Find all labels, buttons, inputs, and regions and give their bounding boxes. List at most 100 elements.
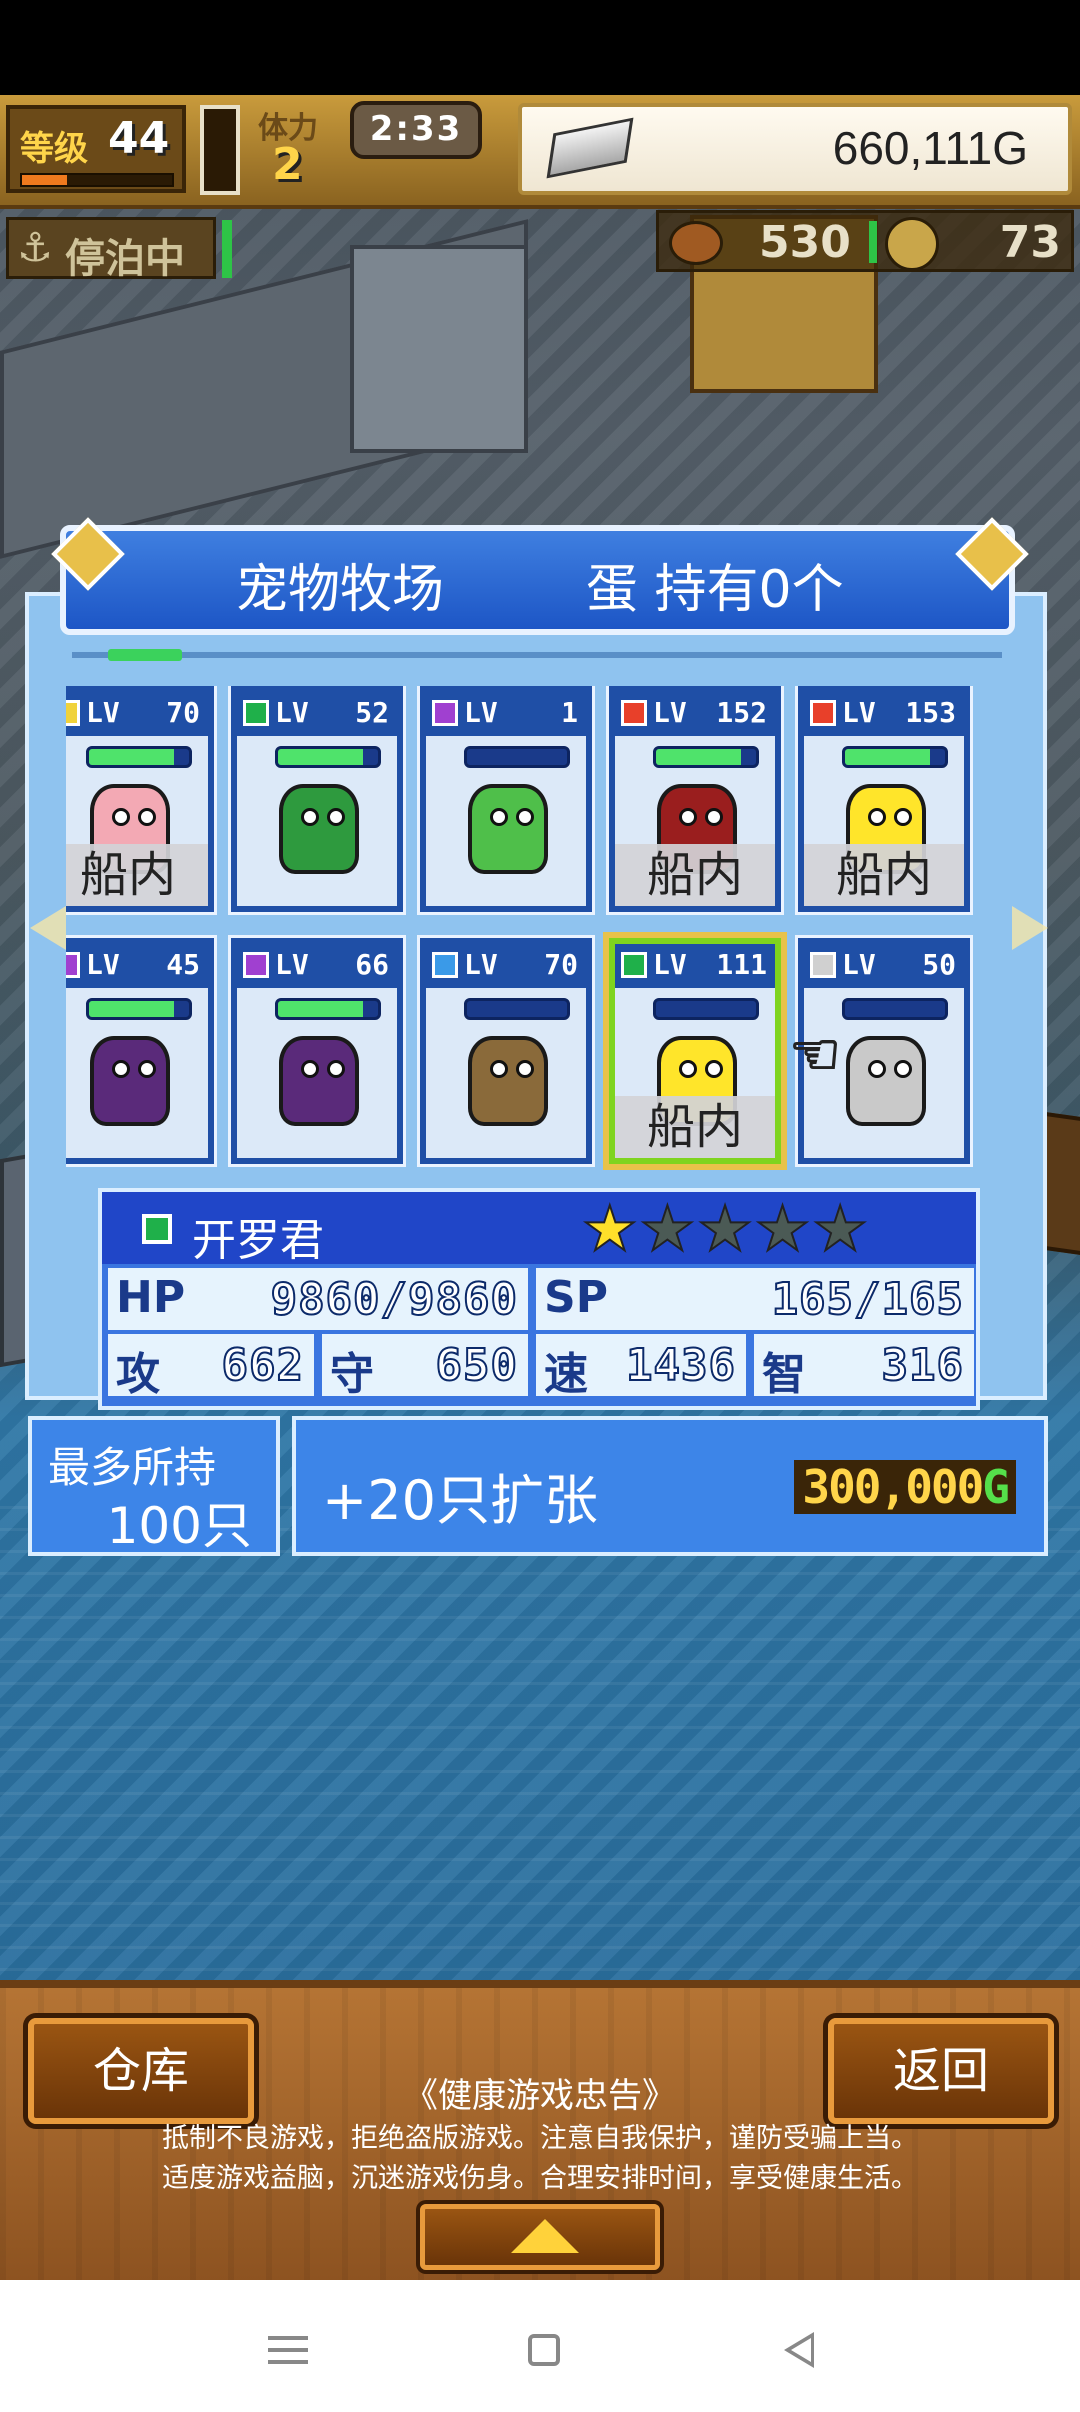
- stat-row-attributes: 攻 662 守 650 速 1436 智 316: [108, 1334, 974, 1400]
- egg-count: 蛋 持有0个: [586, 560, 844, 620]
- element-icon: [810, 952, 836, 978]
- pet-hp-fill: [278, 1001, 363, 1017]
- pet-card[interactable]: LV 70 船内: [66, 686, 217, 915]
- scroll-left-arrow-icon[interactable]: [30, 906, 66, 950]
- ranch-title: 宠物牧场: [236, 560, 445, 620]
- pet-level: 152: [716, 696, 767, 729]
- pet-level: 111: [716, 948, 767, 981]
- stat-row-hp-sp: HP 9860/9860 SP 165/165: [108, 1268, 974, 1330]
- level-prefix: LV: [464, 948, 498, 981]
- star-empty-icon: ★: [696, 1192, 755, 1265]
- expand-cost: 300,000G: [794, 1460, 1016, 1514]
- pet-card[interactable]: LV 66: [228, 935, 406, 1167]
- pet-sprite-body: [846, 1036, 926, 1126]
- pet-level: 50: [922, 948, 956, 981]
- up-arrow-icon: [511, 2219, 579, 2253]
- pet-card[interactable]: LV 1: [417, 686, 595, 915]
- pointing-hand-icon: ☜: [788, 1019, 842, 1089]
- pet-card-header: LV 1: [426, 692, 586, 736]
- scroll-right-arrow-icon[interactable]: [1012, 906, 1048, 950]
- timer-panel: 2:33: [350, 101, 482, 159]
- attack-stat: 攻 662: [108, 1334, 318, 1400]
- pet-sprite-eye: [112, 808, 130, 826]
- pet-level: 1: [561, 696, 578, 729]
- pet-sprite-body: [468, 784, 548, 874]
- pet-sprite-body: [468, 1036, 548, 1126]
- pet-hp-fill: [89, 1001, 174, 1017]
- capacity-panel: 最多所持 100只: [28, 1416, 280, 1556]
- pet-sprite-body: [279, 784, 359, 874]
- element-icon: [243, 952, 269, 978]
- pet-card[interactable]: LV 152 船内: [606, 686, 784, 915]
- defense-label: 守: [330, 1349, 374, 1400]
- pet-hp-bar: [86, 998, 192, 1020]
- element-icon: [810, 700, 836, 726]
- pet-detail-header: 开罗君 ★★★★★: [102, 1192, 976, 1266]
- hp-stat: HP 9860/9860: [108, 1268, 532, 1330]
- pet-hp-bar: [464, 998, 570, 1020]
- level-prefix: LV: [653, 948, 687, 981]
- pet-card-header: LV 66: [237, 944, 397, 988]
- pet-card[interactable]: LV 45: [66, 935, 217, 1167]
- pet-card-header: LV 153: [804, 692, 964, 736]
- sp-label: SP: [544, 1272, 608, 1323]
- defense-stat: 守 650: [322, 1334, 532, 1400]
- nav-home-button[interactable]: [514, 2320, 574, 2380]
- sp-value: 165/165: [771, 1273, 964, 1326]
- level-value: 44: [108, 113, 170, 164]
- pet-sprite-body: [279, 1036, 359, 1126]
- stamina-gauge: [200, 105, 240, 195]
- back-icon-inner: [791, 2338, 811, 2362]
- level-prefix: LV: [275, 696, 309, 729]
- pet-level: 66: [355, 948, 389, 981]
- gold-amount: 660,111G: [832, 122, 1028, 174]
- intelligence-label: 智: [762, 1349, 806, 1400]
- level-prefix: LV: [653, 696, 687, 729]
- pet-sprite-eye: [301, 1060, 319, 1078]
- pet-hp-bar: [275, 998, 381, 1020]
- pet-card[interactable]: LV 52: [228, 686, 406, 915]
- anchor-status-label: 停泊中: [65, 236, 185, 282]
- pet-hp-bar: [653, 746, 759, 768]
- pet-sprite: [450, 774, 566, 884]
- pet-sprite: [72, 1026, 188, 1136]
- capacity-value: 100只: [106, 1497, 252, 1555]
- health-advice-line-2: 适度游戏益脑，沉迷游戏伤身。合理安排时间，享受健康生活。: [162, 2163, 918, 2194]
- gold-panel: 660,111G: [518, 103, 1072, 195]
- onboard-tag: 船内: [615, 844, 775, 906]
- speed-value: 1436: [625, 1339, 736, 1392]
- system-navigation-bar: [0, 2280, 1080, 2412]
- top-hud: 等级 44 体力 2 2:33 660,111G: [0, 95, 1080, 209]
- pet-level: 70: [544, 948, 578, 981]
- pet-level: 70: [166, 696, 200, 729]
- pet-card[interactable]: LV 111 船内 ☜: [603, 932, 842, 1170]
- star-filled-icon: ★: [581, 1192, 640, 1265]
- pet-card-header: LV 45: [66, 944, 208, 988]
- pet-sprite-eye: [894, 808, 912, 826]
- attack-value: 662: [221, 1339, 304, 1392]
- anchor-icon: ⚓: [17, 225, 53, 271]
- level-label: 等级: [20, 129, 88, 169]
- level-prefix: LV: [86, 696, 120, 729]
- nav-menu-button[interactable]: [258, 2320, 318, 2380]
- anchor-indicator-bar: [222, 220, 232, 278]
- onboard-tag: 船内: [66, 844, 208, 906]
- element-icon: [432, 700, 458, 726]
- expand-menu-button[interactable]: [420, 2204, 660, 2270]
- pet-sprite-eye: [868, 1060, 886, 1078]
- expand-cost-amount: 300,000: [802, 1460, 984, 1514]
- resource-divider: [869, 221, 877, 263]
- pet-level: 52: [355, 696, 389, 729]
- silver-ingot-icon: [546, 117, 634, 179]
- pet-level: 45: [166, 948, 200, 981]
- pet-hp-bar: [653, 998, 759, 1020]
- expand-capacity-button[interactable]: +20只扩张 300,000G: [292, 1416, 1048, 1556]
- nav-back-button[interactable]: [770, 2320, 830, 2380]
- attack-label: 攻: [116, 1349, 160, 1400]
- pet-sprite-eye: [138, 1060, 156, 1078]
- health-advice-title: 《健康游戏忠告》: [404, 2076, 676, 2116]
- anchor-status[interactable]: ⚓ 停泊中: [6, 217, 216, 282]
- level-prefix: LV: [86, 948, 120, 981]
- pet-card[interactable]: LV 70: [417, 935, 595, 1167]
- pet-card[interactable]: LV 153 船内: [795, 686, 973, 915]
